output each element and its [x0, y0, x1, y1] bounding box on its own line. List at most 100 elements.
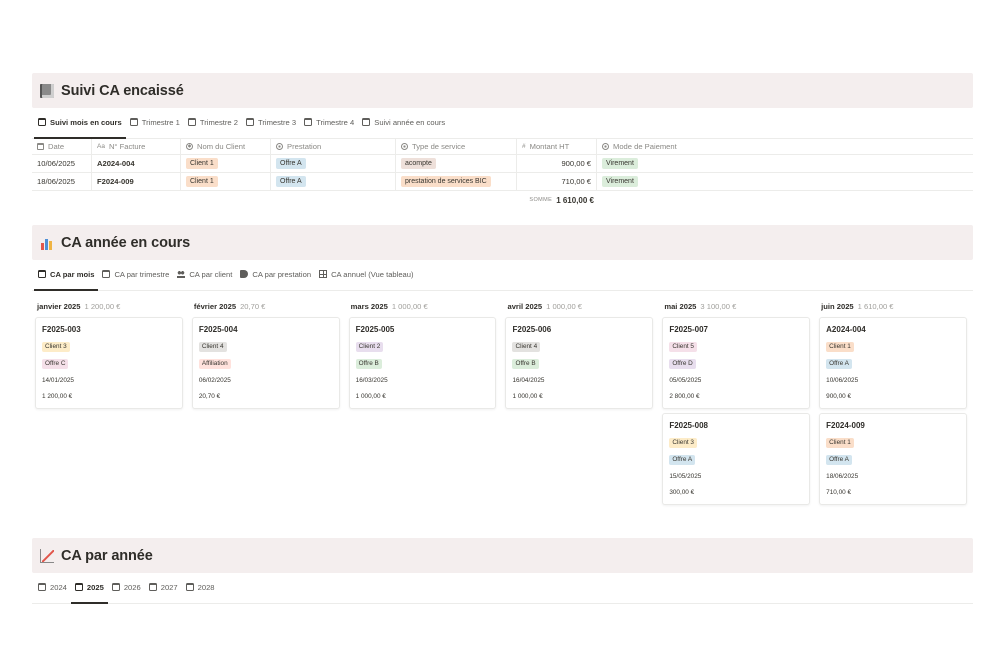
ledger-icon — [40, 83, 54, 98]
cell-date[interactable]: 10/06/2025 — [32, 155, 92, 172]
view-tabs: Suivi mois en cours Trimestre 1 Trimestr… — [32, 114, 973, 139]
select-icon — [602, 143, 609, 150]
calendar-icon — [38, 270, 46, 278]
board-column-header[interactable]: février 2025 20,70 € — [189, 295, 340, 317]
section-header: CA par année — [32, 538, 973, 573]
client-tag: Client 2 — [355, 342, 384, 353]
table-row[interactable]: 18/06/2025 F2024-009 Client 1 Offre A pr… — [32, 173, 973, 191]
type-tag: prestation de services BIC — [401, 176, 491, 187]
section-ca-annee: CA année en cours CA par mois CA par tri… — [32, 225, 973, 509]
board-card[interactable]: F2024-009 Client 1 Offre A 18/06/2025 710,00… — [819, 413, 967, 505]
column-header-date[interactable]: Date — [32, 139, 92, 154]
calendar-icon — [111, 583, 120, 591]
select-icon — [401, 143, 408, 150]
column-sum: 3 100,00 € — [700, 301, 737, 311]
board-column-header[interactable]: janvier 2025 1 200,00 € — [32, 295, 183, 317]
cell-type[interactable]: prestation de services BIC — [396, 173, 517, 190]
column-header-mode[interactable]: Mode de Paiement — [597, 139, 973, 154]
card-title: F2025-004 — [198, 325, 238, 334]
client-tag: Client 4 — [512, 342, 541, 353]
board-column-header[interactable]: avril 2025 1 000,00 € — [502, 295, 653, 317]
tab-trimestre-2[interactable]: Trimestre 2 — [184, 113, 242, 138]
column-header-prestation[interactable]: Prestation — [271, 139, 396, 154]
tab-trimestre-4[interactable]: Trimestre 4 — [300, 113, 358, 138]
tab-ca-par-client[interactable]: CA par client — [173, 265, 236, 290]
board-card[interactable]: F2025-008 Client 3 Offre A 15/05/2025 300,00… — [662, 413, 811, 505]
tab-ca-par-mois[interactable]: CA par mois — [34, 265, 99, 291]
ca-table: Date Aa N° Facture Nom du Client Prestati… — [32, 139, 973, 209]
calendar-icon — [185, 583, 194, 591]
section-header: Suivi CA encaissé — [32, 73, 973, 108]
tab-suivi-annee[interactable]: Suivi année en cours — [358, 113, 449, 138]
tab-2027[interactable]: 2027 — [145, 578, 182, 603]
card-amount: 1 000,00 € — [355, 393, 386, 401]
section-title: Suivi CA encaissé — [61, 82, 184, 99]
calendar-icon — [304, 118, 313, 126]
tab-trimestre-1[interactable]: Trimestre 1 — [126, 113, 184, 138]
board-column: juin 2025 1 610,00 € A2024-004 Client 1 Offr… — [816, 295, 973, 509]
board-column: avril 2025 1 000,00 € F2025-006 Client 4 Off… — [502, 295, 659, 509]
card-amount: 20,70 € — [198, 393, 221, 401]
card-offer: Offre A — [826, 452, 960, 469]
section-title: CA par année — [61, 547, 153, 564]
trend-chart-icon — [40, 548, 54, 563]
card-amount: 1 200,00 € — [42, 393, 73, 401]
cell-montant[interactable]: 710,00 € — [517, 173, 597, 190]
cell-prestation[interactable]: Offre A — [271, 173, 396, 190]
number-type-icon: # — [522, 143, 526, 150]
card-offer: Offre D — [669, 356, 803, 373]
calendar-icon — [129, 118, 138, 126]
offer-tag: Offre B — [355, 358, 382, 369]
client-tag: Client 1 — [826, 342, 854, 353]
tab-suivi-mois[interactable]: Suivi mois en cours — [34, 113, 126, 139]
board-card[interactable]: F2025-007 Client 5 Offre D 05/05/2025 2 800,… — [662, 317, 811, 409]
cell-client[interactable]: Client 1 — [181, 173, 271, 190]
cell-facture[interactable]: A2024-004 — [92, 155, 181, 172]
tab-2025[interactable]: 2025 — [70, 578, 108, 604]
tab-2028[interactable]: 2028 — [182, 578, 219, 603]
tab-ca-annuel[interactable]: CA annuel (Vue tableau) — [315, 265, 417, 290]
section-title: CA année en cours — [61, 234, 191, 251]
cell-mode[interactable]: Virement — [597, 173, 973, 190]
tab-ca-par-trimestre[interactable]: CA par trimestre — [98, 265, 173, 290]
board-column-header[interactable]: mars 2025 1 000,00 € — [346, 295, 497, 317]
board-card[interactable]: F2025-006 Client 4 Offre B 16/04/2025 1 000,… — [505, 317, 654, 409]
cell-client[interactable]: Client 1 — [181, 155, 271, 172]
cell-montant[interactable]: 900,00 € — [517, 155, 597, 172]
cell-type[interactable]: acompte — [396, 155, 517, 172]
tab-trimestre-3[interactable]: Trimestre 3 — [242, 113, 300, 138]
board-card[interactable]: F2025-003 Client 3 Offre C 14/01/2025 1 200,… — [35, 317, 183, 409]
calendar-icon — [148, 583, 157, 591]
column-sum: 1 200,00 € — [84, 301, 121, 311]
people-icon — [177, 270, 186, 278]
cell-mode[interactable]: Virement — [597, 155, 973, 172]
calendar-icon — [38, 583, 46, 591]
board-column-header[interactable]: mai 2025 3 100,00 € — [659, 295, 810, 317]
board-column-header[interactable]: juin 2025 1 610,00 € — [816, 295, 967, 317]
cell-date[interactable]: 18/06/2025 — [32, 173, 92, 190]
view-tabs: CA par mois CA par trimestre CA par clie… — [32, 266, 973, 291]
column-header-montant[interactable]: # Montant HT — [517, 139, 597, 154]
board-card[interactable]: A2024-004 Client 1 Offre A 10/06/2025 900,00… — [819, 317, 967, 409]
card-amount: 1 000,00 € — [512, 393, 543, 401]
section-ca-par-annee: CA par année 2024 2025 2026 2027 2028 — [32, 538, 973, 604]
card-title: F2025-008 — [669, 421, 709, 430]
cell-facture[interactable]: F2024-009 — [92, 173, 181, 190]
column-sum: 1 000,00 € — [391, 301, 428, 311]
card-amount: 900,00 € — [826, 393, 852, 401]
column-header-type[interactable]: Type de service — [396, 139, 517, 154]
column-month: avril 2025 — [507, 301, 543, 311]
column-header-facture[interactable]: Aa N° Facture — [92, 139, 181, 154]
cell-prestation[interactable]: Offre A — [271, 155, 396, 172]
section-suivi-ca: Suivi CA encaissé Suivi mois en cours Tr… — [32, 73, 973, 209]
client-tag: Client 3 — [669, 438, 697, 449]
column-header-client[interactable]: Nom du Client — [181, 139, 271, 154]
tab-ca-par-prestation[interactable]: CA par prestation — [236, 265, 315, 290]
card-date: 16/04/2025 — [512, 376, 545, 384]
board-card[interactable]: F2025-004 Client 4 Affiliation 06/02/2025 20… — [191, 317, 340, 409]
table-row[interactable]: 10/06/2025 A2024-004 Client 1 Offre A ac… — [32, 155, 973, 173]
tab-2026[interactable]: 2026 — [108, 578, 145, 603]
tab-2024[interactable]: 2024 — [34, 578, 71, 603]
board-card[interactable]: F2025-005 Client 2 Offre B 16/03/2025 1 000,… — [348, 317, 497, 409]
offer-tag: Offre B — [512, 358, 539, 369]
